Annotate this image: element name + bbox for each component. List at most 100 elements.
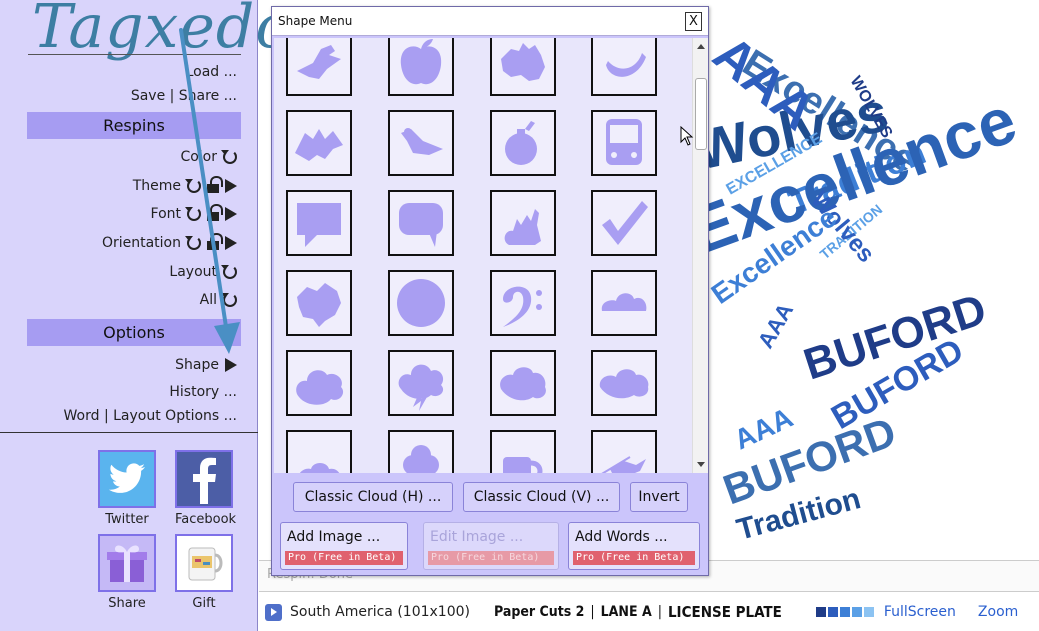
- checkmark-icon: [602, 201, 648, 245]
- shape-option-apple[interactable]: [388, 38, 454, 96]
- shape-option-clover[interactable]: [388, 430, 454, 473]
- font-preview-2[interactable]: LANE A: [601, 604, 652, 620]
- word-layout-options-link[interactable]: Word | Layout Options ...: [64, 408, 237, 424]
- facebook-icon[interactable]: [175, 450, 233, 508]
- refresh-icon[interactable]: [221, 293, 237, 307]
- shape-option-cloud-round[interactable]: [490, 350, 556, 416]
- shape-option-cloud-wide[interactable]: [591, 350, 657, 416]
- unlock-icon[interactable]: [207, 233, 223, 250]
- play-arrow-icon[interactable]: [225, 179, 237, 193]
- mug-icon[interactable]: [175, 534, 233, 592]
- shape-option-australia[interactable]: [490, 38, 556, 96]
- facebook-label: Facebook: [175, 512, 237, 527]
- palette-swatch[interactable]: [851, 607, 862, 617]
- refresh-icon[interactable]: [185, 236, 201, 250]
- shape-option-bomb[interactable]: [490, 110, 556, 176]
- palette-swatch[interactable]: [827, 607, 838, 617]
- play-arrow-icon[interactable]: [225, 358, 237, 372]
- respin-layout[interactable]: Layout: [169, 264, 237, 280]
- scrollbar[interactable]: [692, 38, 708, 473]
- shape-option-speech-bubble[interactable]: [286, 190, 352, 256]
- shape-option-bird[interactable]: [388, 110, 454, 176]
- respin-orientation[interactable]: Orientation: [102, 233, 237, 251]
- classic-cloud-v-button[interactable]: Classic Cloud (V) ...: [463, 482, 620, 512]
- save-share-link[interactable]: Save | Share ...: [131, 88, 237, 104]
- cat-icon: [504, 209, 541, 245]
- shape-option-cupid[interactable]: [591, 430, 657, 473]
- history-link[interactable]: History ...: [169, 384, 237, 400]
- bomb-icon: [505, 121, 537, 165]
- shape-option-speech-bubble-rounded[interactable]: [388, 190, 454, 256]
- respin-color[interactable]: Color: [180, 149, 237, 165]
- unlock-icon[interactable]: [207, 176, 223, 193]
- gift-label: Gift: [192, 596, 216, 611]
- classic-cloud-h-button[interactable]: Classic Cloud (H) ...: [293, 482, 453, 512]
- load-link[interactable]: Load ...: [186, 64, 237, 80]
- font-preview-3[interactable]: LICENSE PLATE: [668, 603, 782, 621]
- shape-option-checkmark[interactable]: [591, 190, 657, 256]
- cloud-round-icon: [500, 367, 546, 401]
- facebook-button[interactable]: Facebook: [175, 450, 237, 527]
- close-button[interactable]: X: [685, 11, 702, 31]
- play-arrow-icon[interactable]: [225, 236, 237, 250]
- respin-font[interactable]: Font: [151, 204, 237, 222]
- refresh-icon[interactable]: [185, 179, 201, 193]
- dialog-title: Shape Menu: [278, 14, 353, 28]
- shape-option-cloud[interactable]: [286, 350, 352, 416]
- shape-option-circle[interactable]: [388, 270, 454, 336]
- scroll-down-icon[interactable]: [697, 462, 705, 467]
- refresh-icon[interactable]: [221, 150, 237, 164]
- tagxedo-logo: Tagxedo: [32, 0, 293, 62]
- china-icon: [297, 283, 341, 327]
- dialog-titlebar[interactable]: Shape Menu X: [272, 7, 708, 36]
- shape-option-banana[interactable]: [591, 38, 657, 96]
- cursor-icon: [680, 126, 694, 146]
- respin-label: Layout: [169, 264, 217, 280]
- apple-icon: [400, 39, 442, 85]
- refresh-icon[interactable]: [221, 265, 237, 279]
- invert-button[interactable]: Invert: [630, 482, 688, 512]
- gift-button[interactable]: Gift: [175, 534, 233, 611]
- play-arrow-icon[interactable]: [225, 207, 237, 221]
- shape-option-mug[interactable]: [490, 430, 556, 473]
- shape-option-dove[interactable]: [286, 38, 352, 96]
- shape-option-cat[interactable]: [490, 190, 556, 256]
- palette-swatch[interactable]: [863, 607, 874, 617]
- color-palette[interactable]: [815, 607, 876, 617]
- share-button[interactable]: Share: [98, 534, 156, 611]
- shape-region-label[interactable]: South America (101x100): [290, 604, 470, 620]
- palette-swatch[interactable]: [815, 607, 826, 617]
- twitter-icon[interactable]: [98, 450, 156, 508]
- shape-grid: [274, 38, 694, 473]
- shape-option-bus[interactable]: [591, 110, 657, 176]
- bottom-bar: South America (101x100) Paper Cuts 2 | L…: [259, 593, 1039, 631]
- gift-box-icon[interactable]: [98, 534, 156, 592]
- twitter-button[interactable]: Twitter: [98, 450, 156, 527]
- shape-option-bass-clef[interactable]: [490, 270, 556, 336]
- word-cloud-canvas[interactable]: Excellence Wolves Tradition BUFORD AAA E…: [700, 0, 1039, 560]
- add-words-label: Add Words ...: [575, 529, 668, 545]
- shape-option-bat[interactable]: [286, 110, 352, 176]
- zoom-link[interactable]: Zoom: [978, 604, 1018, 620]
- refresh-icon[interactable]: [185, 207, 201, 221]
- shape-option[interactable]: Shape: [175, 357, 237, 373]
- play-icon[interactable]: [265, 603, 282, 621]
- palette-swatch[interactable]: [839, 607, 850, 617]
- shape-option-cloud-partial[interactable]: [286, 430, 352, 473]
- edit-image-button: Edit Image ... Pro (Free in Beta): [423, 522, 559, 570]
- cupid-icon: [601, 456, 646, 473]
- fullscreen-link[interactable]: FullScreen: [884, 604, 956, 620]
- respin-label: All: [199, 292, 217, 308]
- respin-all[interactable]: All: [200, 292, 237, 308]
- font-preview-1[interactable]: Paper Cuts 2: [494, 604, 584, 620]
- shape-option-china[interactable]: [286, 270, 352, 336]
- respin-theme[interactable]: Theme: [133, 176, 237, 194]
- add-words-button[interactable]: Add Words ... Pro (Free in Beta): [568, 522, 700, 570]
- shape-option-cloud-lightning[interactable]: [388, 350, 454, 416]
- shape-option-cloud-flat[interactable]: [591, 270, 657, 336]
- unlock-icon[interactable]: [207, 204, 223, 221]
- add-image-button[interactable]: Add Image ... Pro (Free in Beta): [280, 522, 408, 570]
- scroll-up-icon[interactable]: [697, 44, 705, 49]
- scroll-thumb[interactable]: [695, 78, 707, 150]
- pro-badge: Pro (Free in Beta): [428, 551, 554, 565]
